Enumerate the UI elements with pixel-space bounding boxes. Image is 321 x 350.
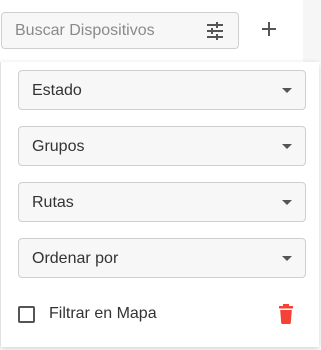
map-filter-row: Filtrar en Mapa [18,304,306,324]
search-box[interactable] [1,12,239,49]
caret-down-icon [282,256,292,261]
ordenar-por-select[interactable]: Ordenar por [18,238,306,278]
select-label: Grupos [32,138,85,155]
grupos-select[interactable]: Grupos [18,126,306,166]
background-strip [303,0,321,62]
caret-down-icon [282,88,292,93]
add-device-button[interactable] [252,14,286,48]
tune-icon[interactable] [206,22,224,40]
search-input[interactable] [15,13,195,48]
plus-icon [261,21,277,42]
select-label: Rutas [32,194,74,211]
filter-panel: Estado Grupos Rutas Ordenar por Filtrar … [0,62,319,347]
map-filter-label: Filtrar en Mapa [49,305,157,322]
devices-page: Estado Grupos Rutas Ordenar por Filtrar … [0,0,321,350]
caret-down-icon [282,144,292,149]
caret-down-icon [282,200,292,205]
trash-icon[interactable] [277,304,295,324]
map-filter-checkbox[interactable] [18,306,35,323]
select-label: Estado [32,82,82,99]
select-label: Ordenar por [32,250,119,267]
toolbar [0,0,321,62]
estado-select[interactable]: Estado [18,70,306,110]
rutas-select[interactable]: Rutas [18,182,306,222]
